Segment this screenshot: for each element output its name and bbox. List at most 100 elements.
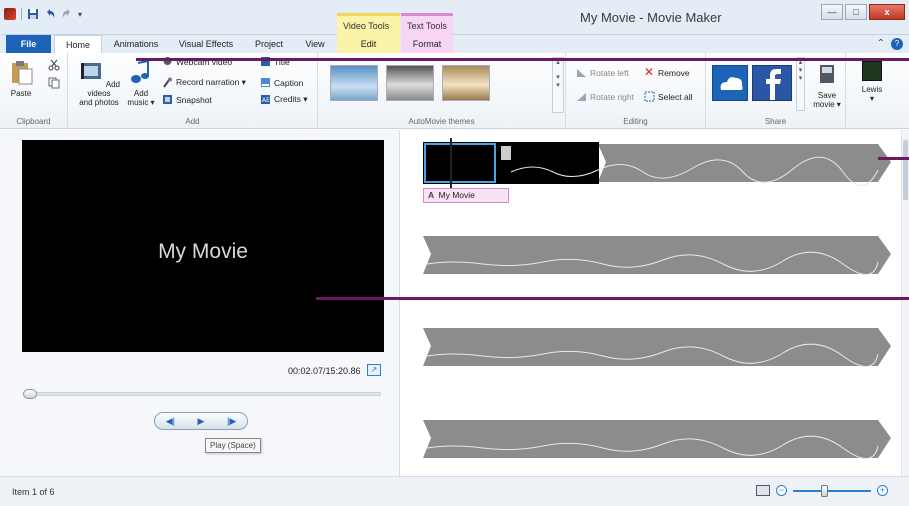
playback-controls: ◀| ▶ |▶: [154, 412, 248, 430]
caption-clip-label: My Movie: [438, 190, 475, 200]
play-button[interactable]: ▶: [189, 416, 213, 427]
ribbon-tab-row: File Home Animations Visual Effects Proj…: [0, 35, 909, 54]
save-icon[interactable]: [27, 8, 39, 20]
tab-home[interactable]: Home: [54, 35, 102, 54]
minimize-ribbon-icon[interactable]: ⌃: [877, 38, 885, 50]
add-music-label-line2: music ▾: [127, 98, 155, 107]
ribbon-help-area: ⌃ ?: [877, 38, 903, 50]
share-gallery-scroll[interactable]: ▴ ▾ ▾: [796, 57, 805, 111]
snapshot-label: Snapshot: [176, 94, 212, 105]
text-tools-context-label: Text Tools: [401, 13, 453, 35]
zoom-slider-thumb[interactable]: [821, 484, 828, 497]
clipboard-group-label: Clipboard: [16, 117, 51, 126]
facebook-share-button[interactable]: [752, 65, 792, 101]
preview-pane: My Movie 00:02.07/15:20.86 ↗ ◀| ▶ |▶ Pla…: [0, 130, 399, 476]
rotate-left-label: Rotate left: [590, 67, 629, 78]
cloud-icon: [720, 77, 743, 90]
add-group-label: Add: [185, 117, 200, 126]
save-movie-label-line2: movie ▾: [813, 100, 841, 109]
paste-label: Paste: [10, 89, 32, 98]
credits-label: Credits ▾: [274, 94, 308, 104]
theme-thumbnail-cinematic[interactable]: [442, 65, 490, 101]
fullscreen-preview-button[interactable]: ↗: [367, 364, 381, 376]
playhead[interactable]: [450, 138, 452, 190]
annotation-line: [136, 58, 909, 61]
storyboard-clip-3[interactable]: [423, 326, 893, 370]
zoom-in-button[interactable]: +: [877, 485, 888, 496]
tab-view[interactable]: View: [300, 35, 330, 53]
storyboard-clip-4[interactable]: [423, 418, 893, 462]
status-bar: Item 1 of 6 − +: [0, 476, 909, 506]
tab-animations[interactable]: Animations: [110, 35, 162, 53]
save-movie-icon: [820, 65, 834, 83]
storyboard-clip-1[interactable]: [423, 142, 893, 186]
quick-access-toolbar: ▾: [4, 8, 82, 20]
onedrive-share-button[interactable]: [712, 65, 748, 101]
close-button[interactable]: x: [869, 4, 905, 20]
seek-thumb[interactable]: [23, 389, 37, 399]
caption-text-icon: A: [428, 190, 435, 200]
tab-project[interactable]: Project: [250, 35, 288, 53]
credits-icon: AE: [261, 95, 270, 104]
select-all-button[interactable]: Select all: [644, 91, 693, 102]
snapshot-button[interactable]: Snapshot: [162, 94, 212, 105]
sign-in-user-button[interactable]: Lewis ▾: [852, 61, 892, 103]
maximize-button[interactable]: □: [845, 4, 867, 20]
storyboard-scrollbar[interactable]: [901, 130, 909, 476]
seek-bar[interactable]: [23, 389, 381, 399]
tab-format[interactable]: Format: [401, 35, 453, 53]
add-music-label-line1: Add: [133, 89, 149, 98]
redo-icon[interactable]: [61, 8, 73, 20]
tab-edit[interactable]: Edit: [337, 35, 400, 53]
automovie-themes-group-label: AutoMovie themes: [408, 117, 475, 126]
add-group: Add videos and photos Add music ▾ Webcam…: [68, 53, 318, 129]
record-narration-label: Record narration ▾: [176, 77, 246, 87]
help-icon[interactable]: ?: [891, 38, 903, 50]
title-bar: ▾ Video Tools Text Tools My Movie - Movi…: [0, 0, 909, 35]
window-controls: — □ x: [821, 4, 905, 20]
movie-maker-app-icon[interactable]: [4, 8, 16, 20]
video-preview-monitor[interactable]: My Movie: [22, 140, 384, 352]
next-frame-button[interactable]: |▶: [220, 416, 244, 427]
zoom-out-button[interactable]: −: [776, 485, 787, 496]
caption-clip[interactable]: A My Movie: [423, 188, 509, 203]
credits-button[interactable]: AE Credits ▾: [260, 94, 308, 105]
thumbnail-size-icon[interactable]: [756, 485, 770, 496]
rotate-left-button[interactable]: Rotate left: [576, 67, 629, 78]
rotate-right-button[interactable]: Rotate right: [576, 91, 634, 102]
storyboard-scroll-thumb[interactable]: [903, 140, 908, 200]
snapshot-icon: [163, 95, 172, 104]
tab-visual-effects[interactable]: Visual Effects: [174, 35, 238, 53]
share-group-label: Share: [764, 117, 787, 126]
paste-icon: [12, 61, 33, 85]
automovie-themes-group: ▴ ▾ ▾ AutoMovie themes: [318, 53, 566, 129]
share-group: ▴ ▾ ▾ Save movie ▾ Share: [706, 53, 846, 129]
select-all-icon: [644, 91, 655, 102]
record-narration-button[interactable]: Record narration ▾: [162, 77, 246, 88]
toolbar-divider: [21, 8, 22, 20]
copy-icon[interactable]: [48, 77, 60, 89]
theme-thumbnail-contemporary[interactable]: [386, 65, 434, 101]
zoom-slider[interactable]: [793, 484, 871, 497]
theme-thumbnail-default[interactable]: [330, 65, 378, 101]
previous-frame-button[interactable]: ◀|: [158, 416, 182, 427]
undo-icon[interactable]: [44, 8, 56, 20]
remove-button[interactable]: ✕ Remove: [644, 66, 690, 78]
add-music-button[interactable]: Add music ▾: [126, 59, 156, 107]
add-videos-photos-icon: [80, 63, 101, 79]
tab-file[interactable]: File: [6, 35, 51, 53]
storyboard-clip-2[interactable]: [423, 234, 893, 278]
caption-button[interactable]: Caption: [260, 77, 303, 88]
minimize-button[interactable]: —: [821, 4, 843, 20]
customize-toolbar-dropdown-icon[interactable]: ▾: [78, 10, 82, 19]
paste-button[interactable]: Paste: [6, 59, 36, 98]
remove-label: Remove: [658, 67, 690, 78]
save-movie-button[interactable]: Save movie ▾: [810, 61, 844, 109]
themes-gallery-scroll[interactable]: ▴ ▾ ▾: [552, 57, 564, 113]
add-videos-label-line2: and photos: [79, 98, 119, 107]
caption-icon: [261, 78, 270, 87]
add-videos-and-photos-button[interactable]: Add videos and photos: [72, 59, 126, 107]
cut-icon[interactable]: [48, 59, 60, 71]
item-count-status: Item 1 of 6: [12, 487, 55, 497]
user-name-label: Lewis: [861, 85, 883, 94]
